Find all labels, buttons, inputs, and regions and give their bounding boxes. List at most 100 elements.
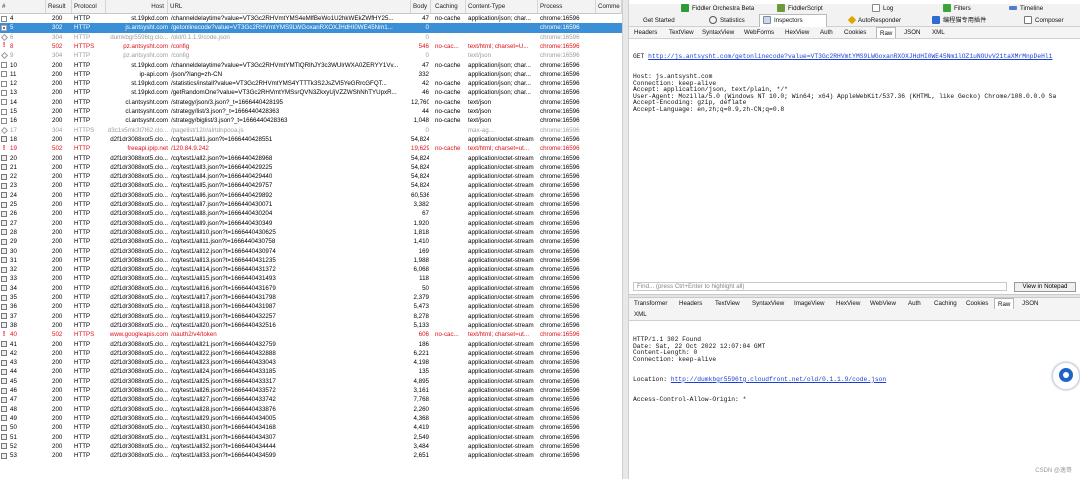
session-row[interactable]: 52 200 HTTP d2f1dr3088xot5.clo.../cq/test1/… bbox=[0, 442, 622, 451]
response-tab-webview[interactable]: WebView bbox=[867, 298, 899, 309]
floating-assistant-icon[interactable] bbox=[1052, 362, 1080, 390]
session-row[interactable]: 35 200 HTTP d2f1dr3088xot5.clo.../cq/test1/… bbox=[0, 293, 622, 302]
response-tab-transformer[interactable]: Transformer bbox=[631, 298, 670, 309]
session-row[interactable]: 34 200 HTTP d2f1dr3088xot5.clo.../cq/test1/… bbox=[0, 284, 622, 293]
response-tab-caching[interactable]: Caching bbox=[931, 298, 960, 309]
tab-fiddlerscript[interactable]: FiddlerScript bbox=[777, 4, 823, 13]
response-tab-headers[interactable]: Headers bbox=[676, 298, 705, 309]
tab-get-started[interactable]: Get Started bbox=[643, 16, 675, 25]
tab-inspectors[interactable]: Inspectors bbox=[763, 16, 803, 25]
session-row[interactable]: 41 200 HTTP d2f1dr3088xot5.clo.../cq/test1/… bbox=[0, 340, 622, 349]
session-row[interactable]: 23 200 HTTP d2f1dr3088xot5.clo.../cq/test1/… bbox=[0, 181, 622, 190]
response-tab-hexview[interactable]: HexView bbox=[833, 298, 863, 309]
col-header-content-type[interactable]: Content-Type bbox=[466, 0, 538, 13]
tab-autoresponder[interactable]: AutoResponder bbox=[847, 16, 901, 25]
col-header-process[interactable]: Process bbox=[538, 0, 596, 13]
tab-timeline[interactable]: Timeline bbox=[1009, 4, 1043, 13]
cell-host: d2f1dr3088xot5.clo... bbox=[110, 405, 168, 413]
request-tab-raw[interactable]: Raw bbox=[876, 27, 897, 38]
col-header-body[interactable]: Body bbox=[411, 0, 431, 13]
session-row[interactable]: 4 200 HTTP st.19pkd.com/channeldelaytime?va… bbox=[0, 14, 622, 23]
vertical-splitter[interactable] bbox=[622, 0, 629, 479]
session-row[interactable]: 44 200 HTTP d2f1dr3088xot5.clo.../cq/test1/… bbox=[0, 367, 622, 376]
request-url-link[interactable]: http://js.antsysht.com/getonlinecode?val… bbox=[648, 53, 1052, 60]
cell-content-type bbox=[468, 33, 538, 42]
col-header-url[interactable]: URL bbox=[168, 0, 411, 13]
session-row[interactable]: 32 200 HTTP d2f1dr3088xot5.clo.../cq/test1/… bbox=[0, 265, 622, 274]
tab-log[interactable]: Log bbox=[872, 4, 893, 13]
request-tab-auth[interactable]: Auth bbox=[817, 27, 836, 38]
session-row[interactable]: 13 200 HTTP st.19pkd.com/getRandomOne?value… bbox=[0, 88, 622, 97]
request-tab-webforms[interactable]: WebForms bbox=[741, 27, 777, 38]
tab-filters[interactable]: Filters bbox=[943, 4, 971, 13]
session-row[interactable]: 46 200 HTTP d2f1dr3088xot5.clo.../cq/test1/… bbox=[0, 386, 622, 395]
session-row[interactable]: 45 200 HTTP d2f1dr3088xot5.clo.../cq/test1/… bbox=[0, 377, 622, 386]
session-row[interactable]: 42 200 HTTP d2f1dr3088xot5.clo.../cq/test1/… bbox=[0, 349, 622, 358]
session-row[interactable]: 30 200 HTTP d2f1dr3088xot5.clo.../cq/test1/… bbox=[0, 247, 622, 256]
request-tab-xml[interactable]: XML bbox=[929, 27, 948, 38]
session-row[interactable]: 5 302 HTTP js.antsysht.com/getonlinecode?va… bbox=[0, 23, 622, 33]
session-row[interactable]: 51 200 HTTP d2f1dr3088xot5.clo.../cq/test1/… bbox=[0, 433, 622, 442]
tab-fiddler-orchestra[interactable]: Fiddler Orchestra Beta bbox=[681, 4, 754, 13]
session-row[interactable]: 47 200 HTTP d2f1dr3088xot5.clo.../cq/test1/… bbox=[0, 395, 622, 404]
session-row[interactable]: 31 200 HTTP d2f1dr3088xot5.clo.../cq/test1/… bbox=[0, 256, 622, 265]
tab-statistics[interactable]: Statistics bbox=[709, 16, 745, 25]
session-row[interactable]: 36 200 HTTP d2f1dr3088xot5.clo.../cq/test1/… bbox=[0, 302, 622, 311]
col-header-num[interactable]: # bbox=[0, 0, 46, 13]
session-row[interactable]: 21 200 HTTP d2f1dr3088xot5.clo.../cq/test1/… bbox=[0, 163, 622, 172]
request-tab-syntaxview[interactable]: SyntaxView bbox=[699, 27, 737, 38]
session-row[interactable]: 15 200 HTTP cl.antsysht.com/strategy/list/3… bbox=[0, 107, 622, 116]
col-header-host[interactable]: Host bbox=[106, 0, 168, 13]
session-row[interactable]: 48 200 HTTP d2f1dr3088xot5.clo.../cq/test1/… bbox=[0, 405, 622, 414]
session-row[interactable]: 6 304 HTTP dumkbgr5596tg.clo.../old/0.1.1.9… bbox=[0, 33, 622, 42]
session-row[interactable]: 20 200 HTTP d2f1dr3088xot5.clo.../cq/test1/… bbox=[0, 154, 622, 163]
session-row[interactable]: 12 200 HTTP st.19pkd.com/statistics/install… bbox=[0, 79, 622, 88]
find-input[interactable]: Find... (press Ctrl+Enter to highlight a… bbox=[633, 282, 1007, 291]
response-tab-syntaxview[interactable]: SyntaxView bbox=[749, 298, 787, 309]
col-header-caching[interactable]: Caching bbox=[431, 0, 466, 13]
response-tab-textview[interactable]: TextView bbox=[712, 298, 743, 309]
session-row[interactable]: 49 200 HTTP d2f1dr3088xot5.clo.../cq/test1/… bbox=[0, 414, 622, 423]
request-tab-cookies[interactable]: Cookies bbox=[841, 27, 869, 38]
session-row[interactable]: 22 200 HTTP d2f1dr3088xot5.clo.../cq/test1/… bbox=[0, 172, 622, 181]
response-tab-json[interactable]: JSON bbox=[1019, 298, 1042, 309]
session-row[interactable]: 43 200 HTTP d2f1dr3088xot5.clo.../cq/test1/… bbox=[0, 358, 622, 367]
tab-plugin[interactable]: 编程猫专用插件 bbox=[932, 16, 986, 25]
col-header-comments[interactable]: Comme bbox=[596, 0, 622, 13]
session-row[interactable]: 17 304 HTTPS d3c1x5mk3t7t62.clo.../pagelist… bbox=[0, 126, 622, 135]
session-row[interactable]: 53 200 HTTP d2f1dr3088xot5.clo.../cq/test1/… bbox=[0, 451, 622, 460]
session-row[interactable]: 37 200 HTTP d2f1dr3088xot5.clo.../cq/test1/… bbox=[0, 312, 622, 321]
col-header-protocol[interactable]: Protocol bbox=[72, 0, 106, 13]
response-tab-xml[interactable]: XML bbox=[631, 309, 650, 320]
session-row[interactable]: 26 200 HTTP d2f1dr3088xot5.clo.../cq/test1/… bbox=[0, 209, 622, 218]
session-row[interactable]: 9 304 HTTP pz.antsysht.com/config 0 text/json… bbox=[0, 51, 622, 60]
response-tab-imageview[interactable]: ImageView bbox=[791, 298, 828, 309]
session-row[interactable]: 25 200 HTTP d2f1dr3088xot5.clo.../cq/test1/… bbox=[0, 200, 622, 209]
request-tab-headers[interactable]: Headers bbox=[631, 27, 660, 38]
request-tab-textview[interactable]: TextView bbox=[666, 27, 697, 38]
session-row[interactable]: 10 200 HTTP st.19pkd.com/channeldelaytime?v… bbox=[0, 61, 622, 70]
session-row[interactable]: 38 200 HTTP d2f1dr3088xot5.clo.../cq/test1/… bbox=[0, 321, 622, 330]
session-row[interactable]: 18 200 HTTP d2f1dr3088xot5.clo.../cq/test1/… bbox=[0, 135, 622, 144]
session-row[interactable]: 27 200 HTTP d2f1dr3088xot5.clo.../cq/test1/… bbox=[0, 219, 622, 228]
session-row[interactable]: 33 200 HTTP d2f1dr3088xot5.clo.../cq/test1/… bbox=[0, 274, 622, 283]
response-tab-auth[interactable]: Auth bbox=[905, 298, 924, 309]
session-row[interactable]: ! 8 502 HTTPS pz.antsysht.com/config 546 no-ca… bbox=[0, 42, 622, 51]
tab-composer[interactable]: Composer bbox=[1024, 16, 1064, 25]
col-header-result[interactable]: Result bbox=[46, 0, 72, 13]
location-url-link[interactable]: http://dumkbgr5596tg.cloudfront.net/old/… bbox=[671, 376, 886, 383]
session-row[interactable]: 11 200 HTTP ip-api.com/json/?lang=zh-CN 332 a… bbox=[0, 70, 622, 79]
session-row[interactable]: 24 200 HTTP d2f1dr3088xot5.clo.../cq/test1/… bbox=[0, 191, 622, 200]
session-row[interactable]: 16 200 HTTP cl.antsysht.com/strategy/biglis… bbox=[0, 116, 622, 125]
session-row[interactable]: 28 200 HTTP d2f1dr3088xot5.clo.../cq/test1/… bbox=[0, 228, 622, 237]
session-row[interactable]: 29 200 HTTP d2f1dr3088xot5.clo.../cq/test1/… bbox=[0, 237, 622, 246]
session-row[interactable]: 14 200 HTTP cl.antsysht.com/strategy/json/3… bbox=[0, 98, 622, 107]
session-row[interactable]: ! 19 502 HTTP freeapi.ipip.net/120.84.9.242 1… bbox=[0, 144, 622, 153]
response-tab-raw[interactable]: Raw bbox=[994, 298, 1015, 309]
session-row[interactable]: ! 40 502 HTTPS www.googleapis.com/oauth2/v4/… bbox=[0, 330, 622, 339]
session-row[interactable]: 50 200 HTTP d2f1dr3088xot5.clo.../cq/test1/… bbox=[0, 423, 622, 432]
request-tab-json[interactable]: JSON bbox=[901, 27, 924, 38]
response-tab-cookies[interactable]: Cookies bbox=[963, 298, 991, 309]
request-tab-hexview[interactable]: HexView bbox=[782, 27, 812, 38]
view-in-notepad-button[interactable]: View in Notepad bbox=[1014, 282, 1076, 292]
